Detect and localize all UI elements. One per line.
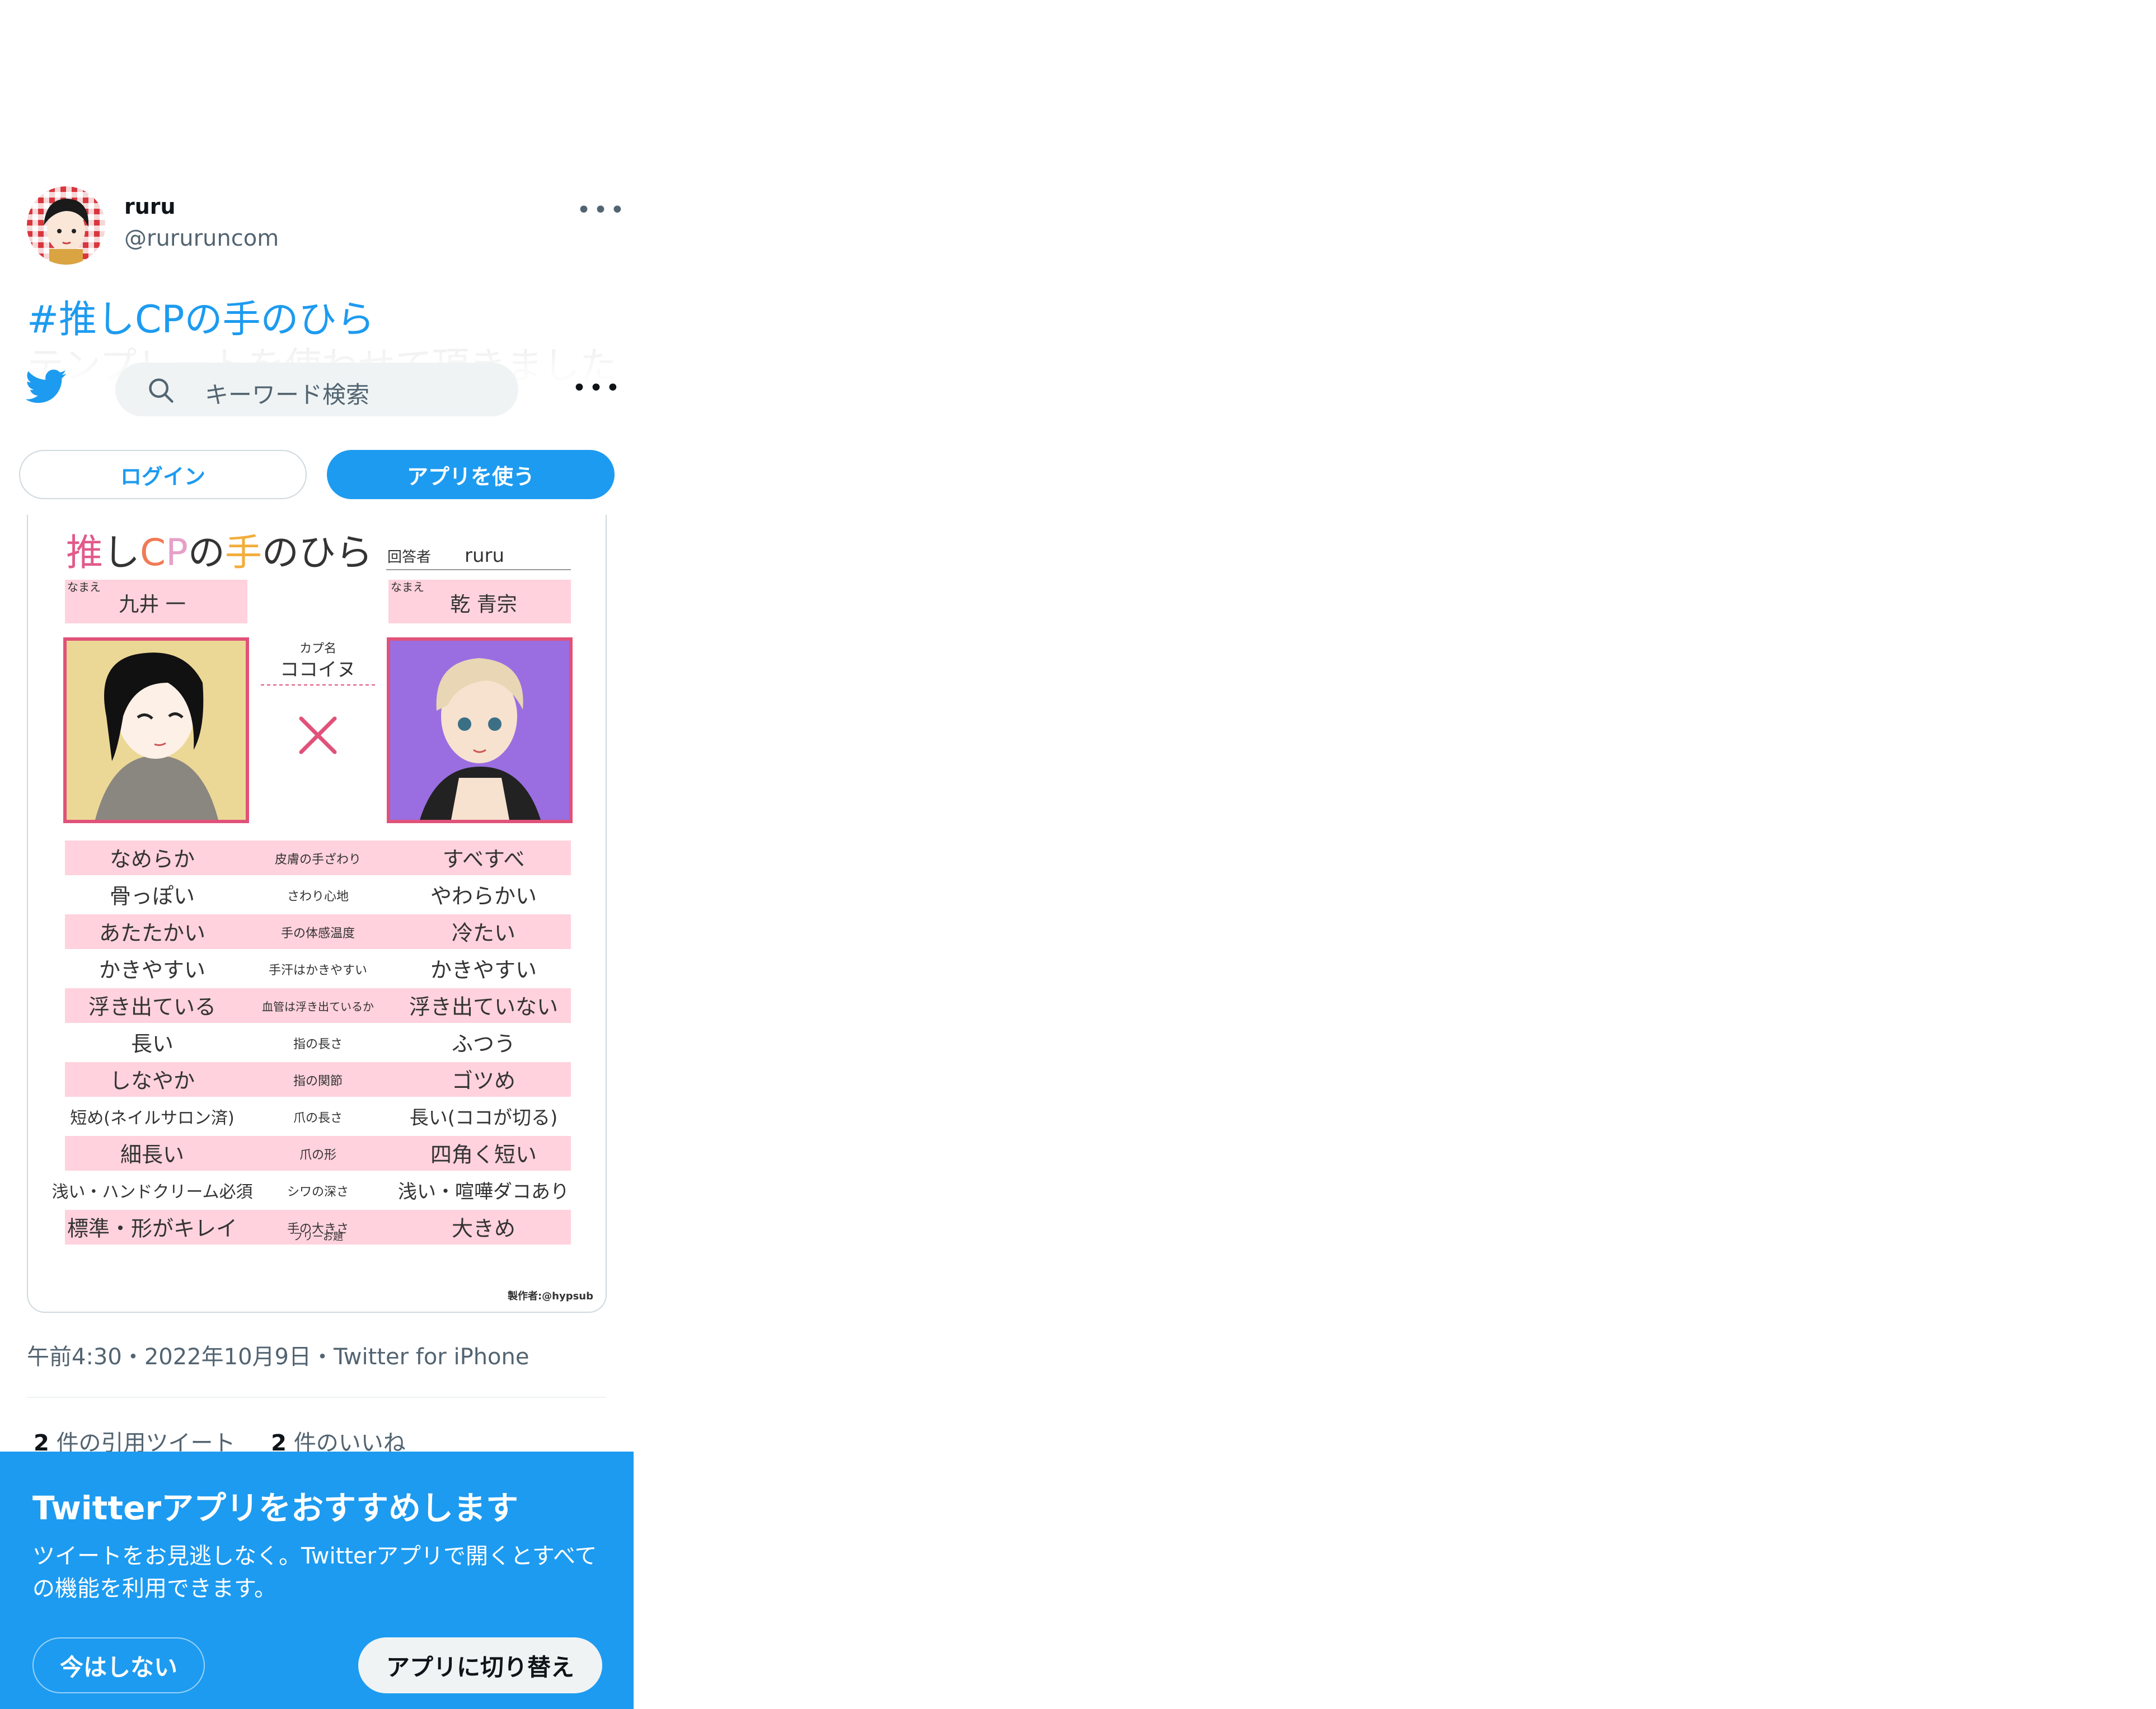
row-left-value: 浮き出ている — [88, 995, 216, 1020]
right-name-label: なまえ — [391, 580, 424, 594]
free-topic-label: フリーお題 — [293, 1231, 343, 1243]
author-name[interactable]: ruru — [124, 194, 176, 219]
row-left-value: 短め(ネイルサロン済) — [70, 1109, 234, 1128]
more-menu-icon[interactable]: ••• — [572, 374, 622, 402]
row-left-value: 骨っぽい — [110, 884, 195, 909]
right-name: 乾 青宗 — [450, 593, 517, 616]
left-name: 九井 一 — [119, 593, 185, 616]
row-left-value: あたたかい — [99, 921, 205, 946]
row-left-value: しなやか — [110, 1069, 195, 1093]
app-promo-body: ツイートをお見逃しなく。Twitterアプリで開くとすべての機能を利用できます。 — [32, 1543, 597, 1602]
template-credit: 製作者:@hypsub — [507, 1290, 593, 1302]
row-label: 皮膚の手ざわり — [275, 852, 361, 867]
switch-to-app-button[interactable]: アプリに切り替え — [358, 1637, 602, 1693]
app-promo-title: Twitterアプリをおすすめします — [32, 1489, 519, 1527]
row-left-value: 細長い — [120, 1143, 184, 1167]
cross-mark — [299, 716, 337, 754]
row-left-value: かきやすい — [99, 958, 205, 983]
row-right-value: 長い(ココが切る) — [410, 1107, 558, 1129]
right-character-portrait — [387, 637, 573, 823]
row-left-value: 長い — [131, 1032, 174, 1057]
cp-label: カプ名 — [299, 642, 336, 656]
row-left-value: 標準・形がキレイ — [67, 1217, 237, 1241]
cp-name: ココイヌ — [280, 659, 356, 681]
row-label: 爪の形 — [299, 1148, 336, 1162]
tweet-media-image[interactable]: 推しCPの手のひら 回答者 ruru なまえ 九井 一 なまえ 乾 青宗 カプ名… — [27, 515, 607, 1313]
left-character-portrait — [63, 637, 249, 823]
answerer-name: ruru — [465, 544, 504, 567]
row-label: 指の関節 — [293, 1074, 343, 1088]
row-right-value: すべすべ — [443, 847, 525, 872]
row-right-value: 冷たい — [452, 921, 515, 946]
not-now-button[interactable]: 今はしない — [32, 1637, 205, 1693]
row-right-value: ふつう — [452, 1032, 515, 1057]
tweet-timestamp[interactable]: 午前4:30・2022年10月9日・Twitter for iPhone — [27, 1339, 529, 1371]
row-right-value: 四角く短い — [430, 1143, 537, 1167]
row-label: 手汗はかきやすい — [269, 964, 367, 978]
divider — [27, 1397, 607, 1398]
row-label: 指の長さ — [293, 1037, 343, 1051]
row-right-value: 浅い・喧嘩ダコあり — [398, 1181, 569, 1203]
left-name-label: なまえ — [67, 580, 101, 594]
twitter-bird-icon[interactable] — [25, 369, 67, 404]
row-right-value: やわらかい — [430, 884, 537, 909]
author-handle[interactable]: @rururuncom — [124, 226, 279, 251]
answerer-label: 回答者 — [387, 549, 431, 566]
row-right-value: 大きめ — [452, 1217, 515, 1241]
row-label: さわり心地 — [287, 890, 349, 904]
login-button[interactable]: ログイン — [19, 450, 307, 499]
row-left-value: 浅い・ハンドクリーム必須 — [51, 1182, 252, 1202]
row-right-value: 浮き出ていない — [409, 995, 558, 1020]
search-placeholder: キーワード検索 — [205, 381, 370, 409]
use-app-button[interactable]: アプリを使う — [327, 450, 615, 499]
row-right-value: かきやすい — [430, 958, 537, 983]
row-left-value: なめらか — [110, 847, 195, 872]
author-avatar[interactable] — [27, 186, 105, 265]
row-label: シワの深さ — [287, 1185, 349, 1199]
row-label: 手の体感温度 — [281, 927, 355, 941]
row-right-value: ゴツめ — [452, 1069, 515, 1093]
row-label: 爪の長さ — [293, 1111, 343, 1125]
row-label: 血管は浮き出ているか — [262, 1000, 374, 1013]
template-title: 推しCPの手のひら — [66, 531, 373, 574]
tweet-more-icon[interactable]: ••• — [577, 196, 627, 224]
search-icon — [147, 376, 176, 405]
